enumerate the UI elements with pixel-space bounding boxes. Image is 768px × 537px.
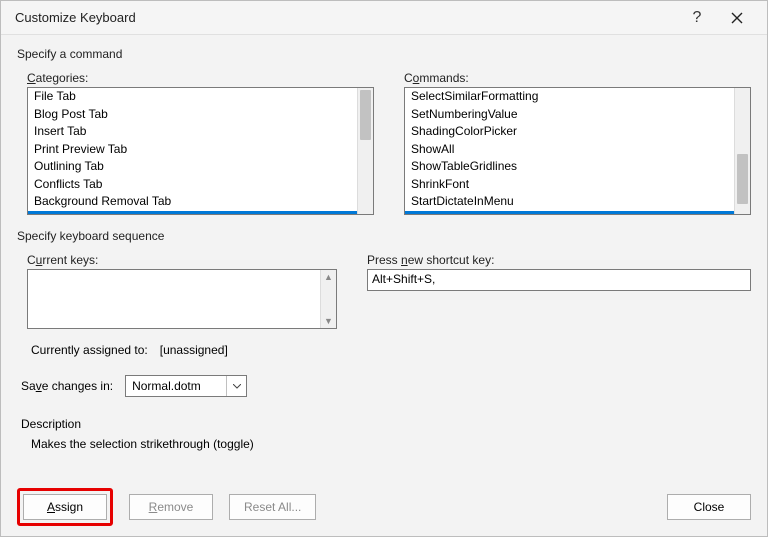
list-item[interactable]: ShowTableGridlines [405,158,734,176]
list-item[interactable]: Conflicts Tab [28,176,357,194]
list-item[interactable]: ShrinkFont [405,176,734,194]
specify-command-label: Specify a command [17,47,751,61]
list-item[interactable]: ShowAll [405,141,734,159]
dialog-buttons: Assign Remove Reset All... Close [1,488,767,526]
help-icon: ? [693,9,702,27]
list-item[interactable]: Home Tab [28,211,357,215]
window-title: Customize Keyboard [15,10,677,25]
scroll-down-icon: ▼ [324,316,333,326]
chevron-down-icon [226,376,246,396]
description-heading: Description [21,417,751,431]
assign-highlight: Assign [17,488,113,526]
scrollbar-thumb[interactable] [737,154,748,204]
list-item[interactable]: Insert Tab [28,123,357,141]
remove-button[interactable]: Remove [129,494,213,520]
scrollbar[interactable] [734,88,750,214]
commands-label: Commands: [404,71,751,85]
list-item[interactable]: SetNumberingValue [405,106,734,124]
assign-button[interactable]: Assign [23,494,107,520]
scrollbar-thumb[interactable] [360,90,371,140]
currently-assigned: Currently assigned to:[unassigned] [31,343,751,357]
save-changes-select[interactable]: Normal.dotm [125,375,247,397]
categories-label: Categories: [27,71,374,85]
list-item[interactable]: Background Removal Tab [28,193,357,211]
new-shortcut-input[interactable]: Alt+Shift+S, [367,269,751,291]
specify-sequence-label: Specify keyboard sequence [17,229,751,243]
close-window-button[interactable] [717,4,757,32]
list-item[interactable]: Blog Post Tab [28,106,357,124]
close-icon [731,12,743,24]
current-keys-box[interactable]: ▲ ▼ [27,269,337,329]
list-item[interactable]: Outlining Tab [28,158,357,176]
press-new-shortcut-label: Press new shortcut key: [367,253,751,267]
customize-keyboard-dialog: Customize Keyboard ? Specify a command C… [0,0,768,537]
scroll-up-icon: ▲ [324,272,333,282]
titlebar: Customize Keyboard ? [1,1,767,35]
list-item[interactable]: File Tab [28,88,357,106]
commands-listbox[interactable]: SelectSimilarFormattingSetNumberingValue… [404,87,751,215]
list-item[interactable]: Strikethrough [405,211,734,215]
list-item[interactable]: ShadingColorPicker [405,123,734,141]
save-changes-label: Save changes in: [21,379,113,393]
categories-listbox[interactable]: File TabBlog Post TabInsert TabPrint Pre… [27,87,374,215]
help-button[interactable]: ? [677,4,717,32]
list-item[interactable]: StartDictateInMenu [405,193,734,211]
list-item[interactable]: SelectSimilarFormatting [405,88,734,106]
reset-all-button[interactable]: Reset All... [229,494,316,520]
save-changes-value: Normal.dotm [126,379,226,393]
list-item[interactable]: Print Preview Tab [28,141,357,159]
current-keys-label: Current keys: [27,253,337,267]
scrollbar[interactable]: ▲ ▼ [320,270,336,328]
scrollbar[interactable] [357,88,373,214]
close-button[interactable]: Close [667,494,751,520]
description-text: Makes the selection strikethrough (toggl… [31,437,751,451]
